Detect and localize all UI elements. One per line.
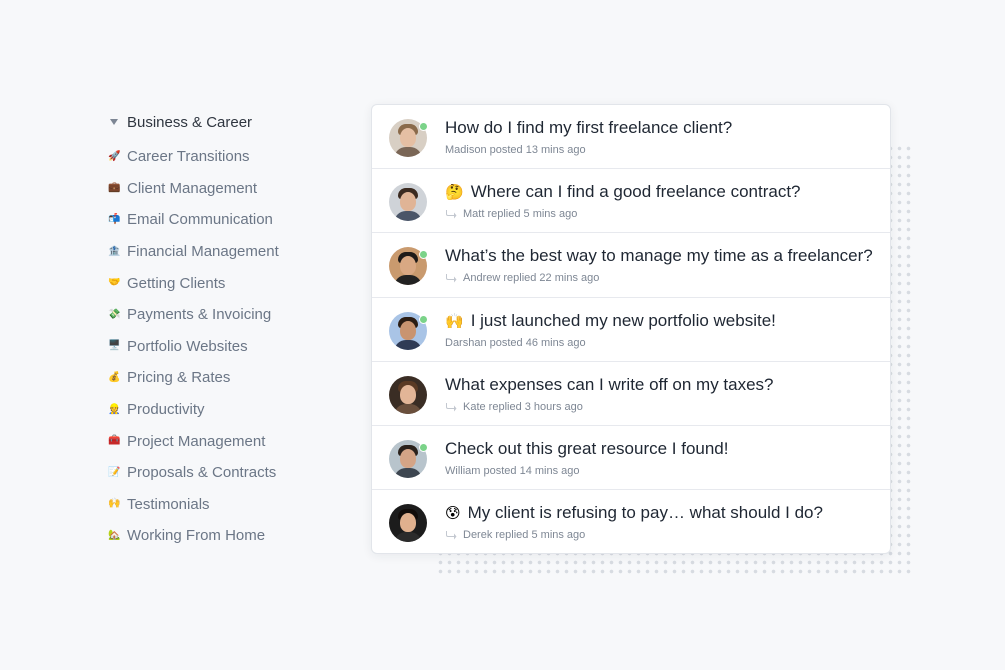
rocket-icon: 🚀	[108, 150, 121, 162]
thread-meta: Darshan posted 46 mins ago	[445, 336, 586, 349]
category-sidebar: Business & Career 🚀 Career Transitions 💼…	[108, 110, 338, 552]
subcategory-label: Portfolio Websites	[127, 337, 248, 355]
subcategory-proposals-contracts[interactable]: 📝 Proposals & Contracts	[108, 457, 338, 489]
subcategory-project-management[interactable]: 🧰 Project Management	[108, 425, 338, 457]
thread-title: How do I find my first freelance client?	[445, 118, 733, 137]
thread-title: My client is refusing to pay… what shoul…	[467, 503, 823, 523]
user-avatar	[389, 504, 427, 543]
thread-row[interactable]: What expenses can I write off on my taxe…	[372, 362, 890, 426]
reply-icon	[446, 274, 457, 283]
subcategory-list: 🚀 Career Transitions 💼 Client Management…	[108, 141, 338, 552]
thread-row[interactable]: 🙌 I just launched my new portfolio websi…	[372, 298, 890, 362]
subcategory-working-from-home[interactable]: 🏡 Working From Home	[108, 520, 338, 552]
thread-list-card: How do I find my first freelance client?…	[371, 104, 891, 554]
thread-row[interactable]: How do I find my first freelance client?…	[372, 105, 890, 170]
subcategory-career-transitions[interactable]: 🚀 Career Transitions	[108, 141, 338, 173]
user-avatar	[389, 119, 428, 157]
subcategory-testimonials[interactable]: 🙌 Testimonials	[108, 489, 338, 521]
thread-title: I just launched my new portfolio website…	[470, 310, 776, 330]
thread-row[interactable]: Check out this great resource I found! W…	[372, 426, 890, 491]
subcategory-label: Financial Management	[127, 243, 279, 261]
subcategory-client-management[interactable]: 💼 Client Management	[108, 173, 338, 205]
user-avatar	[389, 183, 427, 222]
thread-row[interactable]: 😰 My client is refusing to pay… what sho…	[372, 490, 890, 553]
thinking-face-icon: 🤔	[445, 183, 464, 202]
subcategory-label: Client Management	[127, 179, 258, 197]
house-icon: 🏡	[108, 529, 121, 541]
subcategory-pricing-rates[interactable]: 💰 Pricing & Rates	[108, 362, 338, 394]
online-status-dot	[419, 442, 428, 452]
subcategory-label: Working From Home	[127, 527, 266, 545]
handshake-icon: 🤝	[108, 277, 121, 289]
online-status-dot	[419, 122, 428, 131]
raised-hands-icon: 🙌	[108, 498, 121, 510]
thread-row[interactable]: What’s the best way to manage my time as…	[372, 233, 890, 298]
thread-title: Check out this great resource I found!	[445, 438, 729, 458]
reply-icon	[446, 531, 457, 540]
subcategory-label: Project Management	[127, 432, 266, 450]
user-avatar	[389, 247, 428, 286]
category-header[interactable]: Business & Career	[108, 110, 338, 134]
caret-down-icon	[110, 119, 118, 125]
category-title: Business & Career	[127, 113, 253, 131]
toolbox-icon: 🧰	[108, 435, 121, 447]
subcategory-portfolio-websites[interactable]: 🖥️ Portfolio Websites	[108, 331, 338, 363]
thread-title: What expenses can I write off on my taxe…	[445, 374, 774, 394]
subcategory-financial-management[interactable]: 🏦 Financial Management	[108, 236, 338, 268]
thread-title: Where can I find a good freelance contra…	[470, 182, 801, 202]
user-avatar	[389, 311, 428, 350]
thread-meta: Kate replied 3 hours ago	[463, 400, 583, 413]
subcategory-label: Pricing & Rates	[127, 369, 231, 387]
user-avatar	[389, 375, 427, 414]
thread-title: What’s the best way to manage my time as…	[445, 246, 873, 266]
subcategory-label: Career Transitions	[127, 148, 250, 166]
subcategory-payments-invoicing[interactable]: 💸 Payments & Invoicing	[108, 299, 338, 331]
subcategory-productivity[interactable]: 👷 Productivity	[108, 394, 338, 426]
subcategory-label: Proposals & Contracts	[127, 464, 277, 482]
thread-meta: Madison posted 13 mins ago	[445, 144, 586, 156]
subcategory-label: Email Communication	[127, 211, 273, 229]
bank-icon: 🏦	[108, 245, 121, 257]
desktop-computer-icon: 🖥️	[108, 340, 121, 352]
user-avatar	[389, 439, 428, 478]
subcategory-label: Productivity	[127, 401, 205, 419]
construction-worker-icon: 👷	[108, 403, 121, 415]
subcategory-getting-clients[interactable]: 🤝 Getting Clients	[108, 267, 338, 299]
online-status-dot	[419, 314, 428, 324]
thread-row[interactable]: 🤔 Where can I find a good freelance cont…	[372, 169, 890, 234]
memo-icon: 📝	[108, 466, 121, 478]
thread-meta: Andrew replied 22 mins ago	[463, 272, 600, 285]
briefcase-icon: 💼	[108, 182, 121, 194]
thread-meta: William posted 14 mins ago	[445, 464, 580, 477]
reply-icon	[446, 210, 457, 219]
subcategory-email-communication[interactable]: 📬 Email Communication	[108, 204, 338, 236]
anxious-face-icon: 😰	[445, 504, 461, 523]
thread-meta: Derek replied 5 mins ago	[463, 529, 586, 542]
subcategory-label: Testimonials	[127, 495, 210, 513]
raised-hands-icon: 🙌	[445, 311, 464, 330]
subcategory-label: Payments & Invoicing	[127, 306, 272, 324]
money-bag-icon: 💰	[108, 371, 121, 383]
subcategory-label: Getting Clients	[127, 274, 226, 292]
thread-meta: Matt replied 5 mins ago	[463, 208, 578, 221]
online-status-dot	[419, 250, 428, 260]
money-wings-icon: 💸	[108, 308, 121, 320]
mailbox-icon: 📬	[108, 213, 121, 225]
reply-icon	[446, 402, 457, 412]
